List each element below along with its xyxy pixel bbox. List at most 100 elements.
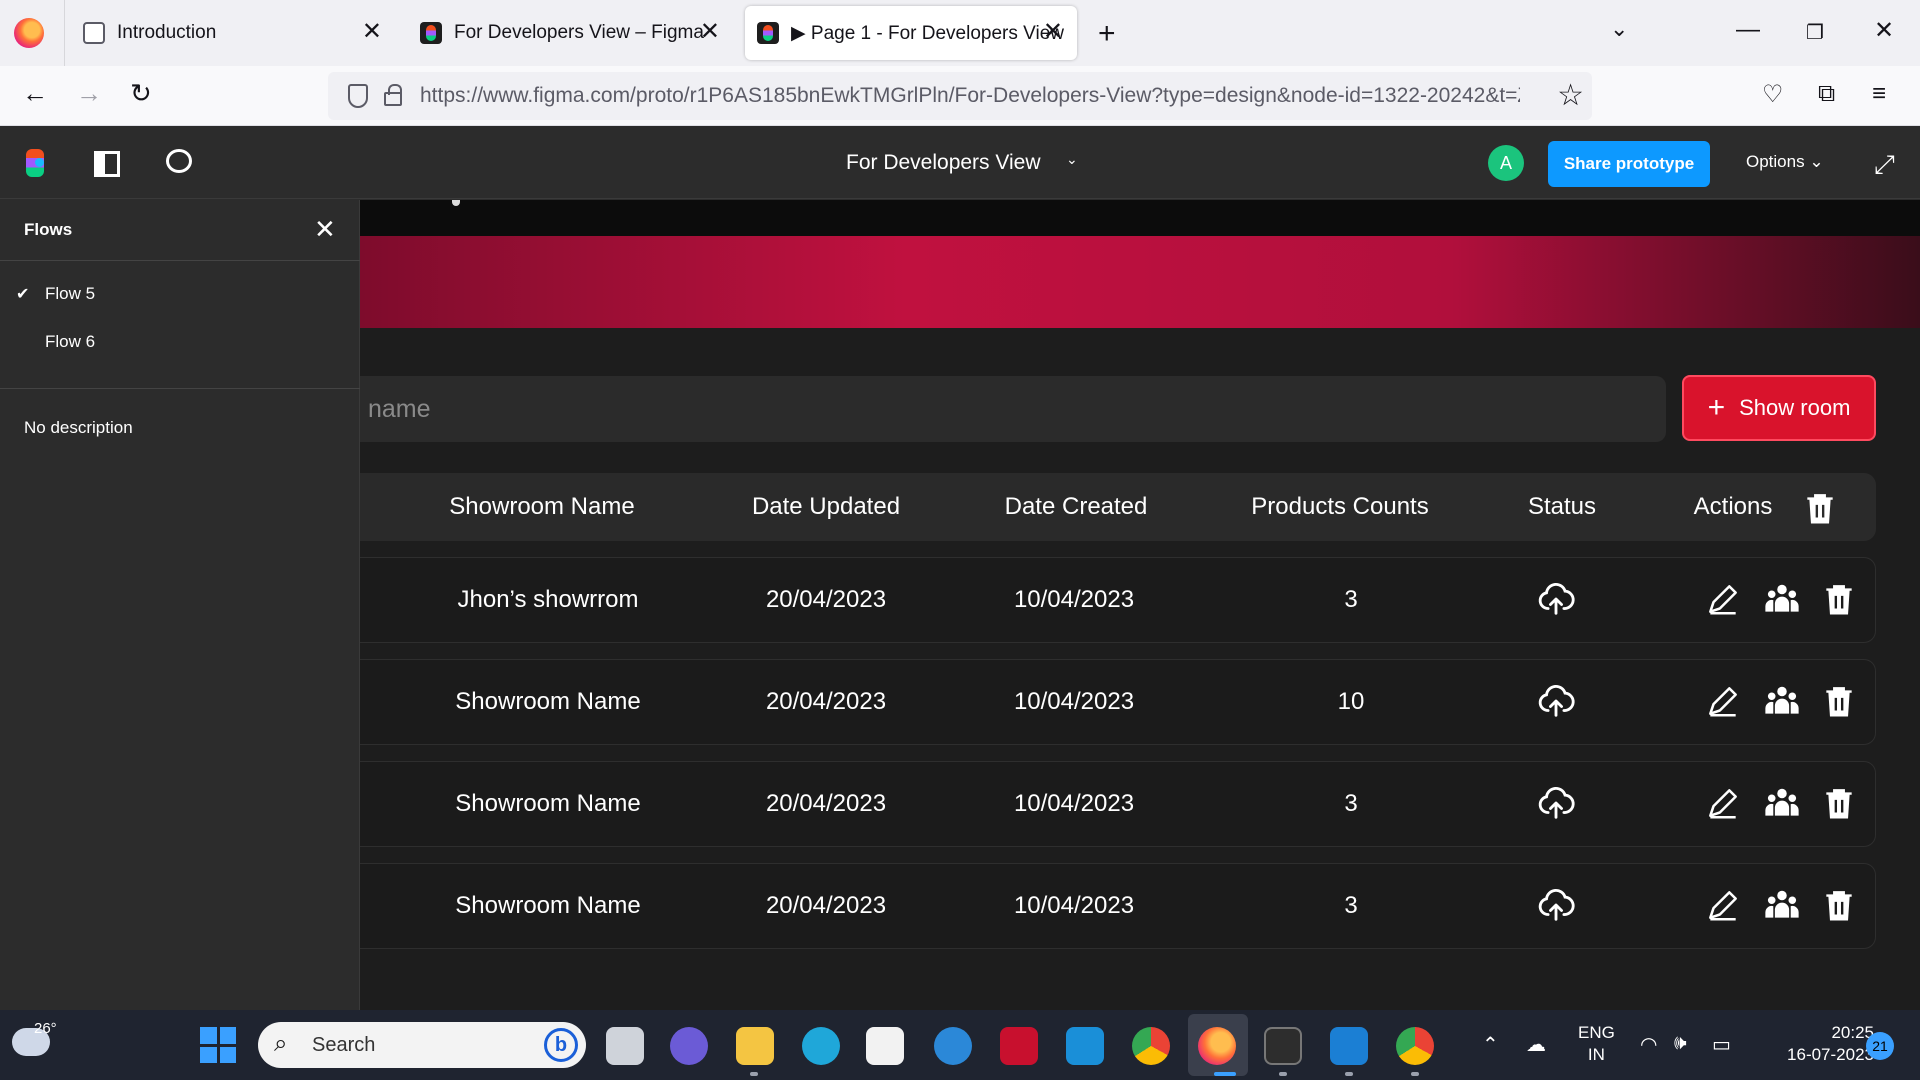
tab-title: ▶ Page 1 - For Developers View (791, 22, 1064, 44)
language-indicator[interactable]: ENG IN (1578, 1022, 1615, 1066)
window-close-icon[interactable]: ✕ (1874, 16, 1894, 45)
store-icon[interactable] (866, 1027, 904, 1065)
cell-date-updated: 20/04/2023 (765, 790, 887, 817)
search-input[interactable]: name (360, 376, 1666, 442)
taskbar-search[interactable]: ⌕ Search b (258, 1022, 586, 1068)
trash-icon[interactable] (1801, 489, 1839, 527)
sidebar-toggle-icon[interactable] (94, 151, 120, 177)
help-icon[interactable] (934, 1027, 972, 1065)
file-title[interactable]: For Developers View (846, 151, 1041, 175)
url-text[interactable]: https://www.figma.com/proto/r1P6AS185bnE… (420, 84, 1520, 108)
edge-icon[interactable] (802, 1027, 840, 1065)
cell-showroom-name: Showroom Name (455, 688, 641, 715)
extensions-icon[interactable]: ⧉ (1818, 80, 1835, 108)
vscode-icon[interactable] (1330, 1027, 1368, 1065)
trash-icon[interactable] (1820, 580, 1858, 618)
upload-status-icon[interactable] (1537, 886, 1575, 924)
bookmark-star-icon[interactable]: ☆ (1557, 78, 1584, 113)
cell-products-count: 3 (1344, 586, 1358, 613)
tab-prototype[interactable]: ▶ Page 1 - For Developers View ✕ (745, 6, 1077, 60)
show-hidden-icons-chevron-icon[interactable]: ⌃ (1482, 1032, 1499, 1057)
list-tabs-chevron-icon[interactable]: ⌄ (1610, 16, 1628, 42)
language-code: ENG (1578, 1023, 1615, 1042)
cell-date-created: 10/04/2023 (1013, 688, 1135, 715)
figma-logo-icon[interactable] (26, 149, 44, 177)
upload-status-icon[interactable] (1537, 580, 1575, 618)
new-tab-icon[interactable]: + (1098, 17, 1116, 51)
share-prototype-button[interactable]: Share prototype (1548, 141, 1710, 187)
shield-icon[interactable] (348, 84, 368, 108)
avatar[interactable]: A (1488, 145, 1524, 181)
checkmark-icon: ✔ (16, 286, 30, 303)
edit-icon[interactable] (1704, 784, 1742, 822)
firefox-icon[interactable] (14, 18, 44, 48)
start-icon[interactable] (200, 1027, 236, 1063)
wifi-icon[interactable]: ◠ (1640, 1032, 1657, 1057)
group-icon[interactable] (1763, 682, 1801, 720)
close-tab-icon[interactable]: ✕ (362, 20, 382, 44)
close-tab-icon[interactable]: ✕ (700, 20, 720, 44)
restore-icon[interactable]: ❐ (1806, 20, 1824, 45)
close-panel-icon[interactable]: ✕ (314, 214, 336, 245)
back-icon[interactable]: ← (22, 78, 48, 109)
tab-introduction[interactable]: Introduction ✕ (64, 0, 396, 66)
cell-showroom-name: Showroom Name (455, 790, 641, 817)
mcafee-icon[interactable] (1000, 1027, 1038, 1065)
bing-icon[interactable]: b (544, 1028, 578, 1062)
flow-item-6[interactable]: Flow 6 (45, 332, 95, 352)
plus-icon: + (1707, 391, 1726, 424)
cell-products-count: 3 (1344, 790, 1358, 817)
flows-title: Flows (24, 220, 73, 239)
region-code: IN (1587, 1045, 1605, 1064)
trash-icon[interactable] (1820, 784, 1858, 822)
edit-icon[interactable] (1704, 886, 1742, 924)
firefox-taskbar-icon[interactable] (1198, 1027, 1236, 1065)
edit-icon[interactable] (1704, 580, 1742, 618)
weather-temperature[interactable]: 26° (34, 1020, 57, 1037)
lock-icon[interactable] (384, 84, 402, 106)
group-icon[interactable] (1763, 886, 1801, 924)
reload-icon[interactable]: ↻ (130, 78, 152, 109)
teams-icon[interactable] (670, 1027, 708, 1065)
notification-badge[interactable]: 21 (1866, 1032, 1894, 1060)
flow-item-5[interactable]: Flow 5 (45, 284, 95, 304)
column-header-created: Date Created (1004, 493, 1148, 520)
column-header-status: Status (1527, 493, 1597, 520)
upload-status-icon[interactable] (1537, 784, 1575, 822)
volume-icon[interactable]: 🕪 (1674, 1032, 1687, 1055)
add-showroom-button[interactable]: + Show room (1682, 375, 1876, 441)
task-view-icon[interactable] (606, 1027, 644, 1065)
close-tab-icon[interactable]: ✕ (1043, 20, 1063, 44)
terminal-icon[interactable] (1264, 1027, 1302, 1065)
options-button[interactable]: Options ⌄ (1746, 152, 1824, 172)
chevron-down-icon[interactable]: ⌄ (1066, 151, 1078, 168)
file-explorer-icon[interactable] (736, 1027, 774, 1065)
address-bar[interactable]: https://www.figma.com/proto/r1P6AS185bnE… (328, 72, 1592, 120)
trash-icon[interactable] (1820, 886, 1858, 924)
group-icon[interactable] (1763, 580, 1801, 618)
menu-icon[interactable]: ≡ (1872, 80, 1886, 108)
pocket-icon[interactable]: ♡ (1762, 80, 1784, 109)
comment-icon[interactable] (166, 149, 192, 173)
edit-icon[interactable] (1704, 682, 1742, 720)
minimize-icon[interactable]: — (1736, 16, 1760, 44)
chrome-profile-icon[interactable] (1396, 1027, 1434, 1065)
chrome-icon[interactable] (1132, 1027, 1170, 1065)
battery-icon[interactable]: ▭ (1712, 1032, 1731, 1057)
table-header: Showroom Name Date Updated Date Created … (360, 473, 1876, 541)
fullscreen-icon[interactable]: ⤢ (1874, 149, 1895, 181)
onedrive-icon[interactable]: ☁ (1526, 1032, 1546, 1057)
column-header-updated: Date Updated (751, 493, 901, 520)
cell-date-created: 10/04/2023 (1013, 892, 1135, 919)
trash-icon[interactable] (1820, 682, 1858, 720)
forward-icon[interactable]: → (76, 78, 102, 109)
clock[interactable]: 20:25 16-07-2023 (1760, 1022, 1874, 1066)
upload-status-icon[interactable] (1537, 682, 1575, 720)
tab-figma-file[interactable]: For Developers View – Figma ✕ (400, 0, 734, 66)
cell-showroom-name: Jhon’s showrrom (457, 586, 639, 613)
header-dot (452, 200, 460, 206)
column-header-name: Showroom Name (449, 493, 635, 520)
banner (360, 236, 1920, 328)
group-icon[interactable] (1763, 784, 1801, 822)
myhp-icon[interactable] (1066, 1027, 1104, 1065)
